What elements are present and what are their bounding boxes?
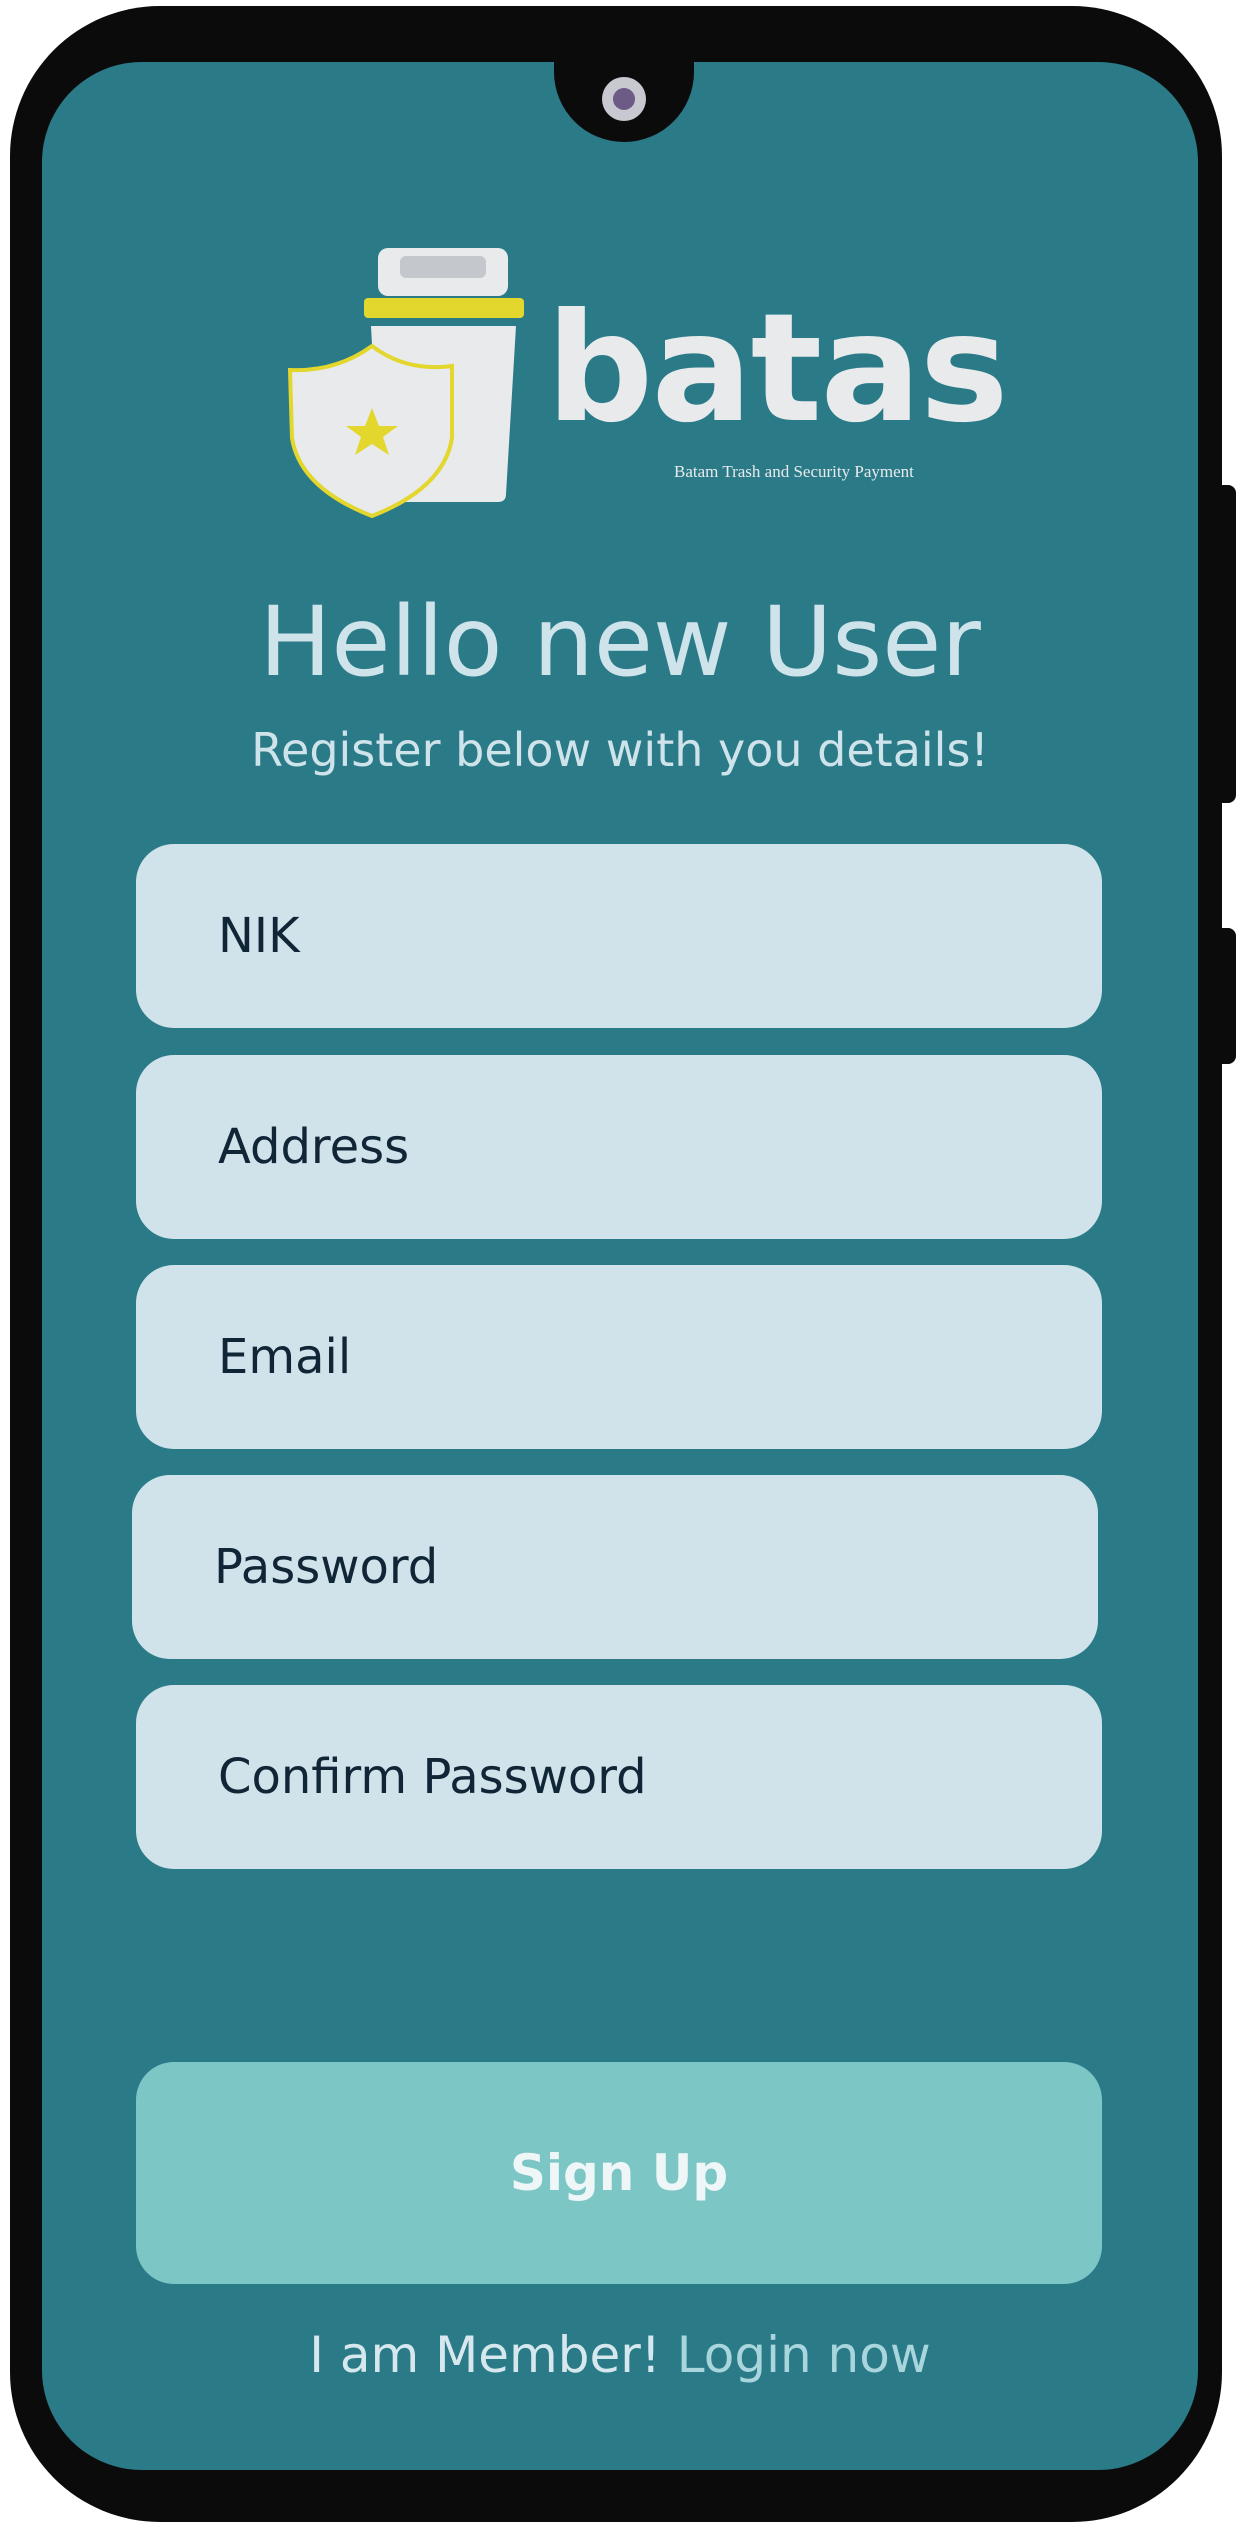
power-button [1222, 928, 1236, 1064]
member-text: I am Member! [309, 2326, 661, 2384]
confirm-password-field[interactable] [136, 1685, 1102, 1869]
nik-input[interactable] [218, 844, 1102, 1028]
address-input[interactable] [218, 1055, 1102, 1239]
logo-tagline: Batam Trash and Security Payment [674, 462, 914, 481]
confirm-password-input[interactable] [218, 1685, 1102, 1869]
page-subtitle: Register below with you details! [251, 723, 989, 777]
logo-wordmark: batas [546, 282, 1009, 456]
camera-notch [554, 62, 694, 142]
address-field[interactable] [136, 1055, 1102, 1239]
email-field[interactable] [136, 1265, 1102, 1449]
app-screen: batas Batam Trash and Security Payment H… [42, 62, 1198, 2470]
password-field[interactable] [132, 1475, 1098, 1659]
batas-logo: batas Batam Trash and Security Payment [276, 238, 1009, 528]
nik-field[interactable] [136, 844, 1102, 1028]
password-input[interactable] [214, 1475, 1098, 1659]
login-now-link[interactable]: Login now [677, 2326, 931, 2384]
sign-up-button[interactable]: Sign Up [136, 2062, 1102, 2284]
login-prompt: I am Member! Login now [42, 2320, 1198, 2390]
page-title: Hello new User [259, 586, 981, 698]
front-camera-icon [602, 77, 646, 121]
email-input[interactable] [218, 1265, 1102, 1449]
volume-button [1222, 485, 1236, 803]
trash-bin-icon [287, 248, 524, 519]
